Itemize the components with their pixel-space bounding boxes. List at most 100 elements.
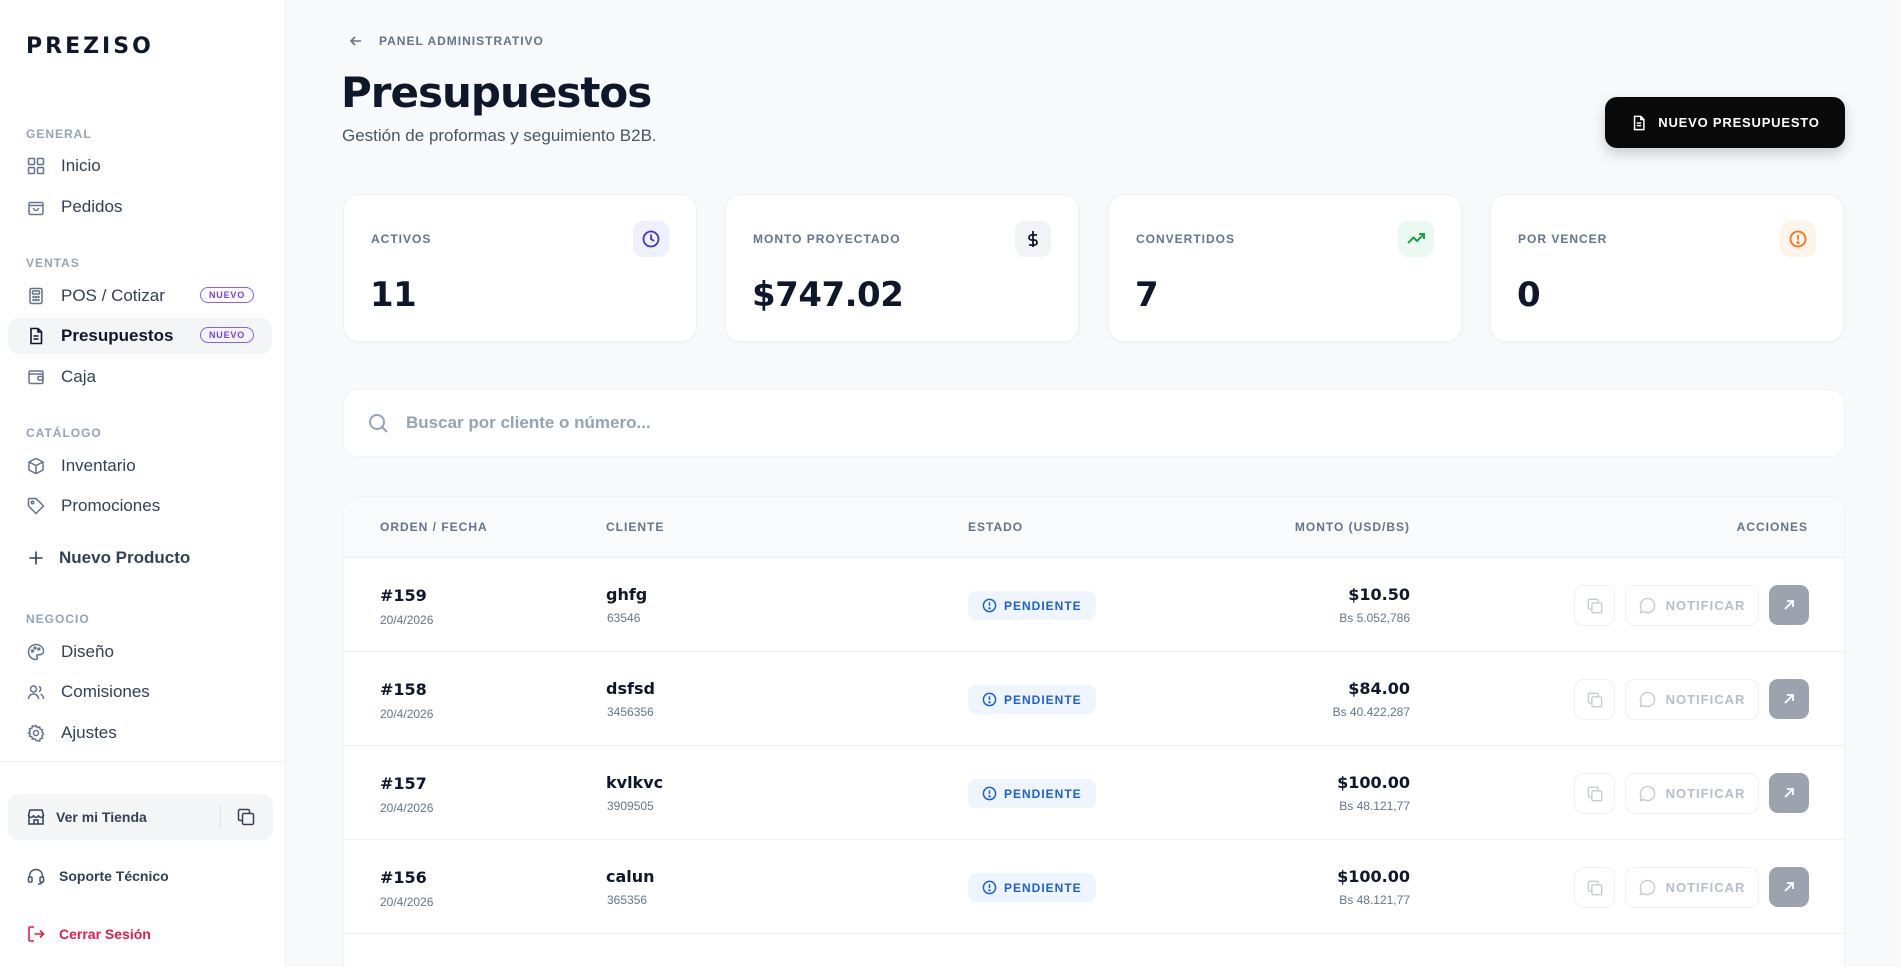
column-header-monto: MONTO (USD/BS): [1294, 520, 1410, 534]
stat-card-activos: ACTIVOS 11: [343, 194, 697, 342]
message-circle-icon: [1639, 879, 1657, 897]
order-date: 20/4/2026: [380, 707, 434, 721]
client-name: kvlkvc: [606, 773, 664, 792]
breadcrumb-label[interactable]: PANEL ADMINISTRATIVO: [379, 34, 544, 48]
notify-button[interactable]: NOTIFICAR: [1625, 773, 1759, 814]
notify-button[interactable]: NOTIFICAR: [1625, 679, 1759, 720]
status-badge: PENDIENTE: [968, 873, 1096, 902]
table-row[interactable]: #157 20/4/2026 kvlkvc 3909505 PENDIENTE …: [344, 746, 1844, 840]
sidebar-item-pos[interactable]: POS / Cotizar NUEVO: [8, 278, 272, 314]
notify-label: NOTIFICAR: [1665, 880, 1746, 895]
order-date: 20/4/2026: [380, 613, 434, 627]
new-quote-label: NUEVO PRESUPUESTO: [1658, 115, 1820, 130]
sidebar-item-presupuestos[interactable]: Presupuestos NUEVO: [8, 318, 272, 354]
message-circle-icon: [1639, 597, 1657, 615]
dollar-icon: [1015, 221, 1051, 257]
logout-link[interactable]: Cerrar Sesión: [26, 924, 151, 944]
message-circle-icon: [1639, 691, 1657, 709]
page-subtitle: Gestión de proformas y seguimiento B2B.: [342, 126, 657, 145]
stat-value: 0: [1517, 275, 1541, 315]
table-row[interactable]: #156 20/4/2026 calun 365356 PENDIENTE $1…: [344, 840, 1844, 934]
column-header-estado: ESTADO: [968, 520, 1024, 534]
amount-usd: $84.00: [1348, 679, 1410, 698]
order-number: #158: [380, 680, 427, 699]
copy-button[interactable]: [1574, 679, 1615, 720]
info-icon: [981, 786, 997, 802]
arrow-left-icon[interactable]: [347, 32, 365, 50]
copy-store-link-button[interactable]: [235, 806, 257, 828]
gear-icon: [26, 723, 46, 743]
amount-bs: Bs 5.052,786: [1339, 611, 1410, 625]
new-product-link[interactable]: Nuevo Producto: [26, 548, 190, 568]
copy-button[interactable]: [1574, 773, 1615, 814]
status-badge: PENDIENTE: [968, 591, 1096, 620]
search-input[interactable]: [406, 413, 1844, 433]
amount-bs: Bs 48.121,77: [1339, 799, 1410, 813]
open-quote-button[interactable]: [1769, 679, 1809, 719]
store-icon: [26, 807, 46, 827]
open-quote-button[interactable]: [1769, 773, 1809, 813]
info-icon: [981, 880, 997, 896]
open-quote-button[interactable]: [1769, 585, 1809, 625]
sidebar-item-inicio[interactable]: Inicio: [8, 148, 272, 184]
support-link[interactable]: Soporte Técnico: [26, 866, 169, 886]
client-name: calun: [606, 867, 655, 886]
sidebar-item-label: Inventario: [61, 456, 136, 475]
copy-button[interactable]: [1574, 585, 1615, 626]
sidebar-item-label: Caja: [61, 367, 96, 386]
sidebar-item-diseno[interactable]: Diseño: [8, 634, 272, 670]
sidebar-item-label: Ajustes: [61, 723, 117, 742]
shopping-bag-icon: [26, 197, 46, 217]
app-logo[interactable]: PREZISO: [26, 34, 154, 59]
order-number: #159: [380, 586, 427, 605]
sidebar-item-inventario[interactable]: Inventario: [8, 448, 272, 484]
open-quote-button[interactable]: [1769, 867, 1809, 907]
order-number: #157: [380, 774, 427, 793]
sidebar-item-promociones[interactable]: Promociones: [8, 488, 272, 524]
sidebar-item-ajustes[interactable]: Ajustes: [8, 715, 272, 751]
sidebar-item-label: Pedidos: [61, 197, 123, 216]
new-badge: NUEVO: [199, 327, 254, 343]
status-badge: PENDIENTE: [968, 685, 1096, 714]
copy-button[interactable]: [1574, 867, 1615, 908]
new-quote-button[interactable]: NUEVO PRESUPUESTO: [1605, 97, 1845, 148]
sidebar-item-label: Diseño: [61, 642, 114, 661]
status-label: PENDIENTE: [1004, 880, 1082, 895]
sidebar-item-pedidos[interactable]: Pedidos: [8, 189, 272, 225]
column-header-cliente: CLIENTE: [606, 520, 665, 534]
stat-label: MONTO PROYECTADO: [753, 232, 901, 246]
sidebar-item-label: POS / Cotizar: [61, 286, 165, 305]
notify-button[interactable]: NOTIFICAR: [1625, 585, 1759, 626]
grid-icon: [26, 156, 46, 176]
message-circle-icon: [1639, 785, 1657, 803]
table-row[interactable]: #159 20/4/2026 ghfg 63546 PENDIENTE $10.…: [344, 558, 1844, 652]
alert-icon: [1780, 221, 1816, 257]
stat-label: ACTIVOS: [371, 232, 432, 246]
support-label: Soporte Técnico: [59, 868, 169, 884]
nav-section-catalogo: CATÁLOGO: [26, 426, 102, 440]
client-name: dsfsd: [606, 679, 655, 698]
new-badge: NUEVO: [199, 287, 254, 303]
tag-icon: [26, 496, 46, 516]
amount-usd: $100.00: [1337, 773, 1410, 792]
notify-label: NOTIFICAR: [1665, 598, 1746, 613]
table-row[interactable]: #158 20/4/2026 dsfsd 3456356 PENDIENTE $…: [344, 652, 1844, 746]
nav-section-negocio: NEGOCIO: [26, 612, 90, 626]
view-store-box: Ver mi Tienda: [8, 794, 273, 840]
document-icon: [1630, 114, 1648, 132]
view-store-link[interactable]: Ver mi Tienda: [56, 809, 220, 825]
stat-value: 11: [370, 275, 417, 315]
sidebar-item-comisiones[interactable]: Comisiones: [8, 674, 272, 710]
column-header-acciones: ACCIONES: [1736, 520, 1808, 534]
nav-section-ventas: VENTAS: [26, 256, 80, 270]
sidebar-item-label: Comisiones: [61, 682, 150, 701]
wallet-icon: [26, 367, 46, 387]
sidebar-item-caja[interactable]: Caja: [8, 359, 272, 395]
stat-value: $747.02: [752, 275, 904, 315]
stat-card-convertidos: CONVERTIDOS 7: [1108, 194, 1462, 342]
status-label: PENDIENTE: [1004, 786, 1082, 801]
amount-bs: Bs 48.121,77: [1339, 893, 1410, 907]
order-date: 20/4/2026: [380, 801, 434, 815]
notify-button[interactable]: NOTIFICAR: [1625, 867, 1759, 908]
logout-icon: [26, 924, 46, 944]
